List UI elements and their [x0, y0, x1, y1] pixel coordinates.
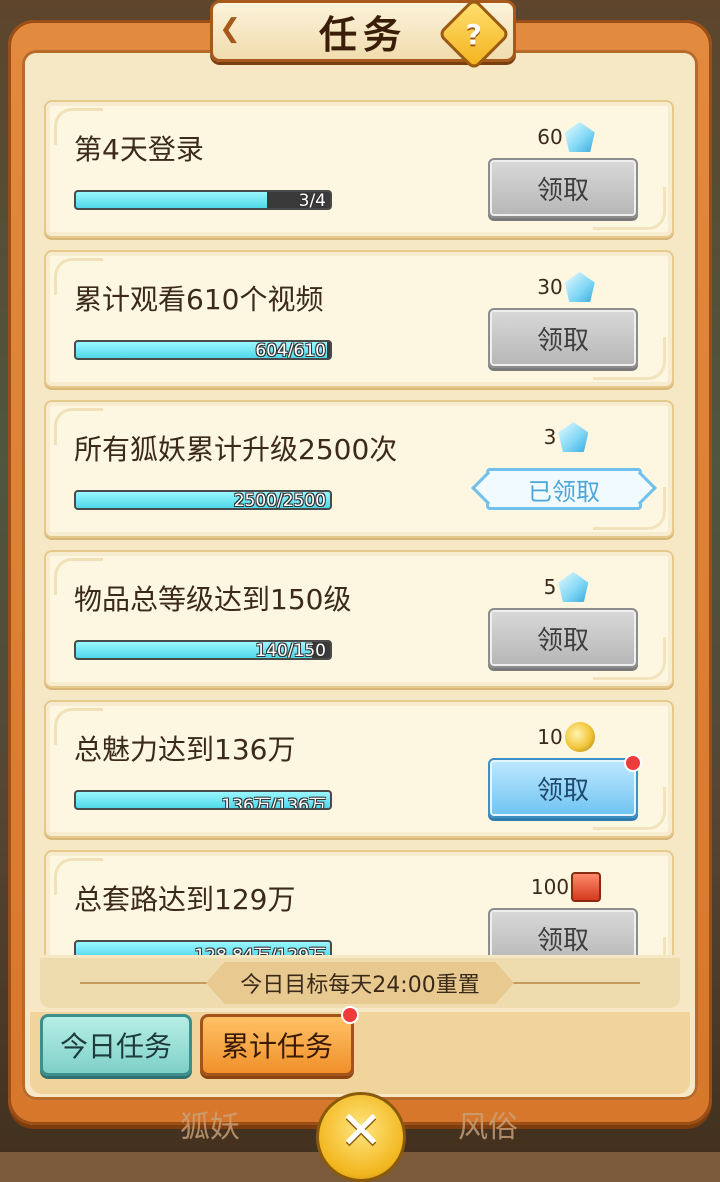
progress-text: 128.84万/129万	[194, 942, 326, 955]
crystal-icon	[558, 572, 589, 602]
task-title: 所有狐妖累计升级2500次	[74, 433, 398, 466]
progress-fill	[76, 192, 267, 208]
task-title: 总套路达到129万	[74, 883, 296, 916]
progress-bar: 604/610	[74, 340, 332, 360]
task-card: 总套路达到129万 128.84万/129万 100 领取	[44, 850, 674, 955]
reward-amount: 30	[537, 275, 563, 299]
reward-amount: 5	[543, 575, 557, 599]
close-button[interactable]: ✕	[316, 1092, 406, 1182]
reward: 100	[526, 870, 606, 904]
reset-note: 今日目标每天24:00重置	[206, 962, 514, 1004]
crystal-icon	[558, 422, 589, 452]
crystal-icon	[564, 122, 595, 152]
reward: 60	[526, 120, 606, 154]
tab-today-tasks[interactable]: 今日任务	[40, 1014, 192, 1076]
red-envelope-icon	[571, 872, 602, 902]
reward-amount: 10	[537, 725, 563, 749]
chevron-left-decoration-icon: ❮	[219, 14, 241, 44]
task-card: 第4天登录 3/4 60 领取	[44, 100, 674, 238]
progress-text: 140/150	[255, 641, 326, 660]
reward: 10	[526, 720, 606, 754]
claim-button[interactable]: 领取	[488, 608, 638, 668]
background-label: 风俗	[458, 1110, 518, 1145]
reward: 3	[526, 420, 606, 454]
progress-bar: 2500/2500	[74, 490, 332, 510]
reward-amount: 100	[530, 875, 570, 899]
task-title: 总魅力达到136万	[74, 733, 296, 766]
task-title: 累计观看610个视频	[74, 283, 324, 316]
reward: 5	[526, 570, 606, 604]
claimed-status: 已领取	[486, 468, 642, 510]
background-label: 狐妖	[180, 1110, 240, 1145]
tab-accumulated-tasks[interactable]: 累计任务	[200, 1014, 354, 1076]
close-icon: ✕	[339, 1101, 383, 1161]
progress-text: 3/4	[298, 191, 326, 210]
task-card: 累计观看610个视频 604/610 30 领取	[44, 250, 674, 388]
tab-notification-badge	[341, 1006, 359, 1024]
task-list[interactable]: 第4天登录 3/4 60 领取 累计观看610个视频 604/610 30 领取…	[44, 100, 676, 955]
task-title: 物品总等级达到150级	[74, 583, 352, 616]
task-title: 第4天登录	[74, 133, 204, 166]
progress-text: 604/610	[255, 341, 326, 360]
notification-badge	[624, 754, 642, 772]
task-card: 所有狐妖累计升级2500次 2500/2500 3 已领取	[44, 400, 674, 538]
progress-bar: 136万/136万	[74, 790, 332, 810]
task-card: 总魅力达到136万 136万/136万 10 领取	[44, 700, 674, 838]
claim-button[interactable]: 领取	[488, 308, 638, 368]
page-title: 任务	[318, 12, 407, 57]
reward-amount: 60	[537, 125, 563, 149]
claim-button[interactable]: 领取	[488, 758, 638, 818]
question-icon: ?	[465, 17, 483, 51]
claim-button[interactable]: 领取	[488, 158, 638, 218]
task-card: 物品总等级达到150级 140/150 5 领取	[44, 550, 674, 688]
progress-bar: 128.84万/129万	[74, 940, 332, 955]
reward: 30	[526, 270, 606, 304]
progress-text: 136万/136万	[221, 796, 326, 810]
claim-button[interactable]: 领取	[488, 908, 638, 955]
crystal-icon	[564, 272, 595, 302]
reward-amount: 3	[543, 425, 557, 449]
progress-text: 2500/2500	[233, 491, 326, 510]
gold-icon	[564, 722, 595, 752]
progress-bar: 3/4	[74, 190, 332, 210]
progress-bar: 140/150	[74, 640, 332, 660]
